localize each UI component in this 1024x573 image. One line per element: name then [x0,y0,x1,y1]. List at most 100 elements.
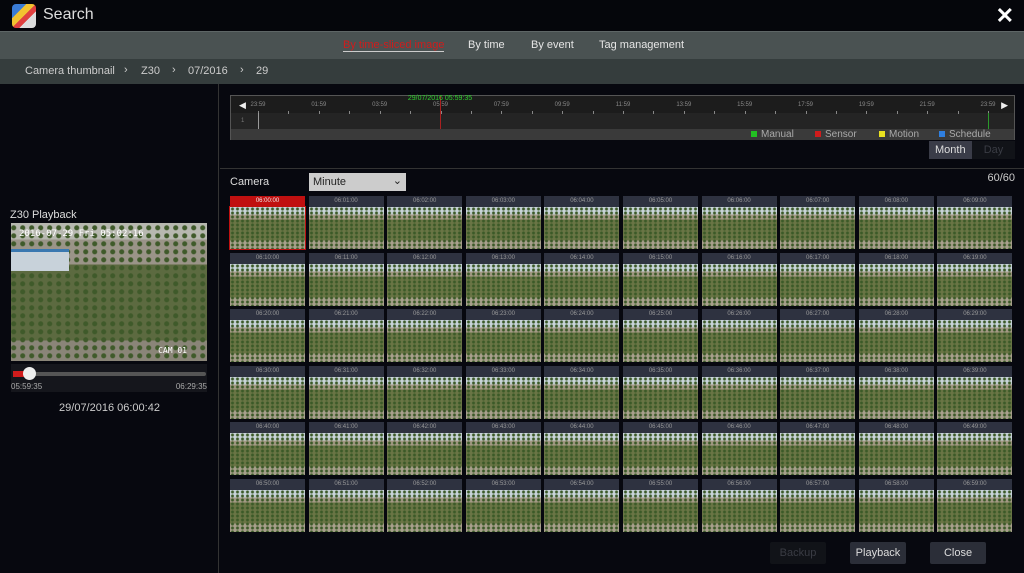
thumbnail[interactable]: 06:38:00 [858,365,934,419]
thumbnail[interactable]: 06:37:00 [780,365,856,419]
thumbnail[interactable]: 06:03:00 [465,196,541,249]
thumbnail[interactable]: 06:55:00 [623,479,698,532]
thumbnail[interactable]: 06:14:00 [544,252,620,306]
thumbnail[interactable]: 06:41:00 [308,422,384,476]
timeline-tick-label: 11:59 [615,102,631,108]
thumbnail-image [780,207,856,249]
thumbnail-image [230,376,305,419]
backup-button[interactable]: Backup [770,542,826,564]
thumbnail[interactable]: 06:45:00 [623,422,698,476]
thumbnail-time: 06:08:00 [858,196,934,207]
window-title: Search [43,6,94,23]
legend-swatch [815,131,821,137]
breadcrumb-camera[interactable]: Z30 [141,65,160,77]
thumbnail[interactable]: 06:49:00 [937,422,1013,476]
thumbnail[interactable]: 06:23:00 [465,309,541,363]
thumbnail[interactable]: 06:36:00 [701,365,777,419]
thumbnail[interactable]: 06:59:00 [937,479,1013,532]
thumbnail[interactable]: 06:34:00 [544,365,620,419]
timeline-tick [866,111,868,114]
thumbnail[interactable]: 06:04:00 [544,196,620,249]
timeline-tick-label: 19:59 [858,102,874,108]
thumbnail[interactable]: 06:29:00 [937,309,1013,363]
thumbnail[interactable]: 06:20:00 [230,309,305,363]
tab-tag-management[interactable]: Tag management [599,39,684,51]
thumbnail[interactable]: 06:50:00 [230,479,305,532]
playback-button[interactable]: Playback [850,542,906,564]
thumbnail[interactable]: 06:02:00 [387,196,463,249]
thumbnail[interactable]: 06:39:00 [937,365,1013,419]
thumbnail[interactable]: 06:06:00 [701,196,777,249]
timeline[interactable]: 23:5901:5903:5905:5907:5909:5911:5913:59… [230,95,1015,140]
thumbnail[interactable]: 06:43:00 [465,422,541,476]
day-button[interactable]: Day [972,141,1015,159]
thumbnail[interactable]: 06:17:00 [780,252,856,306]
breadcrumb-day[interactable]: 29 [256,65,268,77]
thumbnail[interactable]: 06:28:00 [858,309,934,363]
thumbnail[interactable]: 06:11:00 [308,252,384,306]
thumbnail[interactable]: 06:12:00 [387,252,463,306]
timeline-tick [288,111,290,114]
thumbnail-time: 06:47:00 [780,422,856,434]
tab-time-sliced-image[interactable]: By time-sliced image [343,39,445,52]
thumbnail[interactable]: 06:08:00 [858,196,934,249]
thumbnail-time: 06:07:00 [780,196,856,207]
thumbnail[interactable]: 06:33:00 [465,365,541,419]
thumbnail-image [387,490,463,532]
thumbnail-image [387,263,463,306]
close-icon[interactable]: ✕ [996,3,1014,29]
thumbnail[interactable]: 06:42:00 [387,422,463,476]
thumbnail[interactable]: 06:46:00 [701,422,777,476]
timeline-tick [927,111,929,114]
thumbnail[interactable]: 06:30:00 [230,365,305,419]
breadcrumb-month[interactable]: 07/2016 [188,65,228,77]
tab-by-event[interactable]: By event [531,39,574,51]
thumbnail[interactable]: 06:48:00 [858,422,934,476]
thumbnail[interactable]: 06:57:00 [780,479,856,532]
month-button[interactable]: Month [929,141,972,159]
thumbnail[interactable]: 06:19:00 [937,252,1013,306]
interval-select[interactable]: Minute ⌄ [309,173,406,191]
thumbnail[interactable]: 06:01:00 [308,196,384,249]
thumbnail[interactable]: 06:40:00 [230,422,305,476]
thumbnail[interactable]: 06:47:00 [780,422,856,476]
thumbnail[interactable]: 06:05:00 [623,196,698,249]
thumbnail[interactable]: 06:32:00 [387,365,463,419]
thumbnail[interactable]: 06:15:00 [623,252,698,306]
tab-by-time[interactable]: By time [468,39,505,51]
thumbnail[interactable]: 06:56:00 [701,479,777,532]
thumbnail[interactable]: 06:31:00 [308,365,384,419]
thumbnail[interactable]: 06:22:00 [387,309,463,363]
thumbnail-time: 06:48:00 [858,422,934,434]
thumbnail[interactable]: 06:53:00 [465,479,541,532]
thumbnail[interactable]: 06:09:00 [937,196,1013,249]
thumbnail[interactable]: 06:51:00 [308,479,384,532]
thumbnail[interactable]: 06:16:00 [701,252,777,306]
seek-handle[interactable] [22,367,36,380]
thumbnail[interactable]: 06:21:00 [308,309,384,363]
thumbnail[interactable]: 06:13:00 [465,252,541,306]
timeline-tick [714,111,716,114]
breadcrumb-camera-thumbnail[interactable]: Camera thumbnail [25,65,115,77]
playback-seekbar[interactable]: 05:59:35 06:29:35 [11,364,207,392]
thumbnail[interactable]: 06:52:00 [387,479,463,532]
thumbnail[interactable]: 06:35:00 [623,365,698,419]
thumbnail[interactable]: 06:58:00 [858,479,934,532]
thumbnail[interactable]: 06:18:00 [858,252,934,306]
thumbnail[interactable]: 06:00:00 [229,196,306,250]
thumbnail[interactable]: 06:07:00 [780,196,856,249]
thumbnail[interactable]: 06:10:00 [230,252,305,306]
timeline-prev-icon[interactable]: ◀ [239,100,246,111]
thumbnail[interactable]: 06:26:00 [701,309,777,363]
thumbnail[interactable]: 06:54:00 [544,479,620,532]
timeline-next-icon[interactable]: ▶ [1001,100,1008,111]
thumbnail[interactable]: 06:27:00 [780,309,856,363]
thumbnail[interactable]: 06:25:00 [623,309,698,363]
thumbnail[interactable]: 06:24:00 [544,309,620,363]
playback-video[interactable]: 2016-07-29 Fri 05:02:16 CAM 01 [11,223,207,361]
timeline-track-label: 1 [241,118,245,124]
close-button[interactable]: Close [930,542,986,564]
thumbnail[interactable]: 06:44:00 [544,422,620,476]
seek-track[interactable] [13,372,206,376]
thumbnail-time: 06:15:00 [623,252,698,264]
